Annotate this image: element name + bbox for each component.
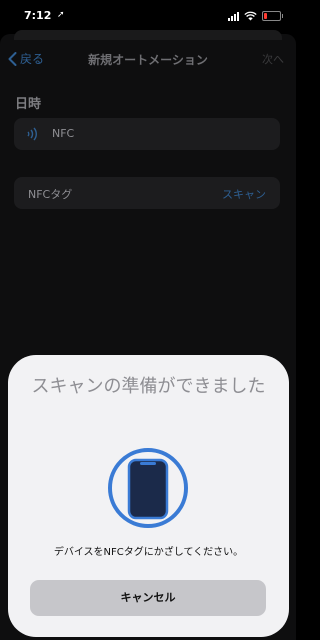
cellular-signal-icon xyxy=(228,12,239,21)
phone-icon xyxy=(108,448,188,528)
trigger-row-nfc[interactable]: NFC xyxy=(14,118,280,150)
page-title: 新規オートメーション xyxy=(88,53,208,67)
scan-button[interactable]: スキャン xyxy=(222,186,266,202)
cancel-button[interactable]: キャンセル xyxy=(30,580,266,616)
next-button[interactable]: 次へ xyxy=(262,51,284,67)
status-time: 7:12 xyxy=(24,9,52,22)
modal-title: スキャンの準備ができました xyxy=(31,376,266,397)
trigger-label: NFC xyxy=(52,127,75,140)
wifi-icon xyxy=(244,11,257,21)
navigation-bar: 戻る 新規オートメーション 次へ xyxy=(0,44,296,74)
nfc-scan-modal: スキャンの準備ができました デバイスをNFCタグにかざしてください。 キャンセル xyxy=(8,355,289,637)
location-icon: ➚ xyxy=(57,10,65,20)
battery-icon xyxy=(262,11,283,21)
instruction-text: デバイスをNFCタグにかざしてください。 xyxy=(53,547,244,558)
nfc-tag-label: NFCタグ xyxy=(28,188,73,201)
sheet-peek xyxy=(14,30,282,40)
status-bar: 7:12 ➚ xyxy=(0,0,296,34)
nfc-icon xyxy=(27,127,37,141)
nfc-tag-row: NFCタグ スキャン xyxy=(14,177,280,209)
section-label: 日時 xyxy=(15,97,42,112)
